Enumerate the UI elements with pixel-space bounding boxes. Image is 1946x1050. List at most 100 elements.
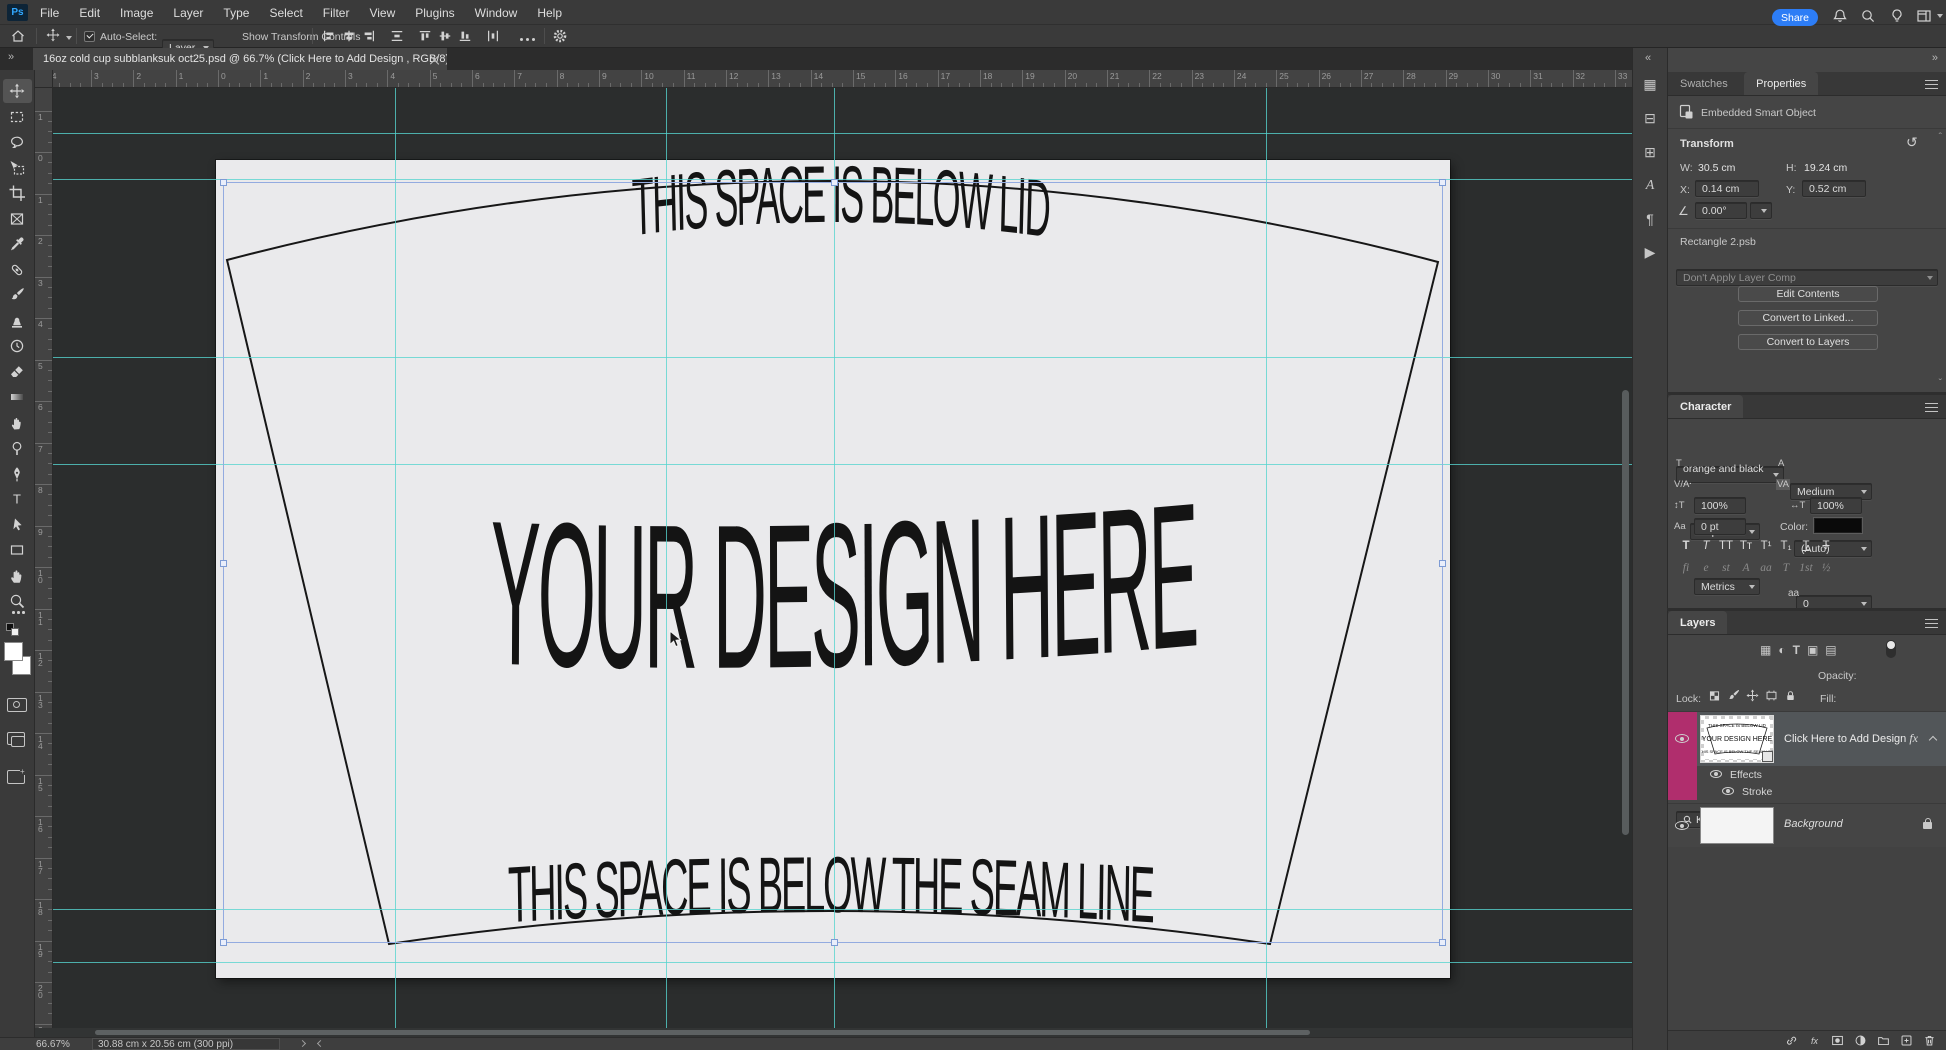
align-center-horizontal-icon[interactable]: [342, 29, 356, 43]
zoom-tool[interactable]: [3, 589, 32, 613]
swatches-panel-icon[interactable]: ▦: [1633, 76, 1667, 93]
patterns-panel-icon[interactable]: ⊞: [1633, 144, 1667, 161]
add-layer-mask-icon[interactable]: [1831, 1034, 1844, 1047]
new-group-icon[interactable]: [1877, 1034, 1890, 1047]
align-right-icon[interactable]: [362, 29, 376, 43]
rectangle-tool[interactable]: [3, 538, 32, 562]
vertical-scrollbar[interactable]: [1622, 390, 1629, 835]
layer-visibility-icon[interactable]: [1675, 821, 1689, 830]
background-layer-row[interactable]: Background: [1668, 803, 1946, 846]
layer-visibility-icon[interactable]: [1675, 734, 1689, 743]
transform-handle-middle-left[interactable]: [220, 560, 227, 567]
opentype-button-5[interactable]: T: [1776, 562, 1796, 574]
workspace-gear-icon[interactable]: [552, 28, 568, 44]
menu-item-edit[interactable]: Edit: [69, 6, 110, 20]
object-selection-tool[interactable]: [3, 156, 32, 180]
text-style-button-4[interactable]: T¹: [1756, 540, 1776, 552]
menu-item-image[interactable]: Image: [110, 6, 163, 20]
opentype-button-0[interactable]: fi: [1676, 562, 1696, 574]
status-prev-icon[interactable]: [316, 1039, 325, 1048]
toolbar-more-icon[interactable]: [12, 611, 15, 614]
lock-artboard-icon[interactable]: [1765, 689, 1778, 702]
crop-tool[interactable]: [3, 181, 32, 205]
spot-healing-brush-tool[interactable]: [3, 258, 32, 282]
opentype-button-2[interactable]: st: [1716, 562, 1736, 574]
kerning-select[interactable]: Metrics: [1694, 578, 1760, 595]
y-input[interactable]: 0.52 cm: [1802, 180, 1866, 197]
menu-item-file[interactable]: File: [30, 6, 69, 20]
zoom-level-field[interactable]: 66.67%: [36, 1039, 70, 1050]
share-button[interactable]: Share: [1772, 9, 1818, 26]
align-top-icon[interactable]: [418, 29, 432, 43]
transform-handle-bottom-left[interactable]: [220, 939, 227, 946]
auto-select-checkbox[interactable]: [84, 31, 95, 42]
layer-name[interactable]: Click Here to Add Design: [1784, 733, 1906, 745]
text-style-button-7[interactable]: T: [1816, 540, 1836, 552]
lasso-tool[interactable]: [3, 130, 32, 154]
path-selection-tool[interactable]: [3, 513, 32, 537]
layer-row-selected[interactable]: THIS SPACE IS BELOW LID YOUR DESIGN HERE…: [1668, 712, 1946, 766]
doc-info-field[interactable]: 30.88 cm x 20.56 cm (300 ppi): [92, 1038, 280, 1050]
filter-toggle[interactable]: [1886, 640, 1896, 658]
ruler-origin-box[interactable]: [35, 70, 53, 88]
move-tool[interactable]: [2, 79, 32, 103]
height-value[interactable]: 19.24 cm: [1804, 162, 1847, 174]
transform-bounding-box[interactable]: [220, 179, 1446, 946]
layer-style-fx-icon[interactable]: fx: [1808, 1034, 1821, 1047]
new-layer-icon[interactable]: [1900, 1034, 1913, 1047]
vertical-ruler[interactable]: 101234567891 01 11 21 31 41 51 61 71 81 …: [35, 88, 53, 1028]
guide-horizontal[interactable]: [53, 133, 1632, 134]
transform-handle-top-right[interactable]: [1439, 179, 1446, 186]
horizontal-ruler[interactable]: 4321012345678910111213141516171819202122…: [53, 70, 1632, 88]
frame-tool[interactable]: [3, 207, 32, 231]
workspace-switcher-icon[interactable]: [1916, 8, 1932, 24]
menu-item-select[interactable]: Select: [259, 6, 312, 20]
move-tool-preset-icon[interactable]: [46, 28, 60, 42]
lock-position-icon[interactable]: [1746, 689, 1759, 702]
fx-icon[interactable]: fx: [1909, 731, 1918, 746]
filter-smart-objects-icon[interactable]: ▤: [1825, 642, 1836, 658]
eraser-tool[interactable]: [3, 360, 32, 384]
delete-layer-icon[interactable]: [1923, 1034, 1936, 1047]
reset-transform-icon[interactable]: ↺: [1906, 134, 1918, 151]
canvas-viewport[interactable]: THIS SPACE IS BELOW LID YOUR DESIGN HERE…: [53, 88, 1632, 1028]
menu-item-plugins[interactable]: Plugins: [405, 6, 464, 20]
panel-menu-icon[interactable]: [1925, 403, 1938, 412]
text-color-swatch[interactable]: [1814, 518, 1862, 533]
filter-shape-layers-icon[interactable]: ▣: [1807, 642, 1818, 658]
x-input[interactable]: 0.14 cm: [1695, 180, 1759, 197]
transform-handle-bottom-right[interactable]: [1439, 939, 1446, 946]
rectangular-marquee-tool[interactable]: [3, 105, 32, 129]
distribute-vertical-icon[interactable]: [390, 29, 404, 43]
text-style-button-2[interactable]: TT: [1716, 540, 1736, 552]
distribute-horizontal-icon[interactable]: [486, 29, 500, 43]
stroke-effect-row[interactable]: Stroke: [1668, 783, 1946, 800]
layer-comp-select[interactable]: Don't Apply Layer Comp: [1676, 269, 1938, 286]
edit-in-icon[interactable]: +: [7, 768, 27, 784]
align-center-vertical-icon[interactable]: [438, 29, 452, 43]
smudge-tool[interactable]: [3, 411, 32, 435]
tab-properties[interactable]: Properties: [1744, 72, 1819, 95]
paragraph-panel-icon[interactable]: ¶: [1633, 211, 1667, 227]
align-left-icon[interactable]: [322, 29, 336, 43]
libraries-panel-icon[interactable]: ⊟: [1633, 110, 1667, 127]
baseline-shift-input[interactable]: 0 pt: [1694, 518, 1746, 535]
transform-handle-middle-right[interactable]: [1439, 560, 1446, 567]
gradient-tool[interactable]: [3, 385, 32, 409]
panel-menu-icon[interactable]: [1925, 619, 1938, 628]
text-style-button-3[interactable]: Tᴛ: [1736, 540, 1756, 552]
menu-item-filter[interactable]: Filter: [313, 6, 360, 20]
convert-to-linked-button[interactable]: Convert to Linked...: [1738, 310, 1878, 326]
opentype-button-1[interactable]: e: [1696, 562, 1716, 574]
toolbar-collapse-icon[interactable]: »: [8, 51, 14, 63]
layer-thumbnail[interactable]: [1700, 807, 1774, 844]
document-tab[interactable]: 16oz cold cup subblanksuk oct25.psd @ 66…: [33, 48, 447, 70]
panel-menu-icon[interactable]: [1925, 80, 1938, 89]
expand-panels-icon[interactable]: »: [1932, 52, 1938, 64]
tab-character[interactable]: Character: [1668, 395, 1744, 418]
menu-item-layer[interactable]: Layer: [163, 6, 213, 20]
discover-lightbulb-icon[interactable]: [1889, 8, 1905, 24]
transform-handle-top-left[interactable]: [220, 179, 227, 186]
effects-visibility-icon[interactable]: [1710, 770, 1722, 778]
menu-item-view[interactable]: View: [359, 6, 405, 20]
